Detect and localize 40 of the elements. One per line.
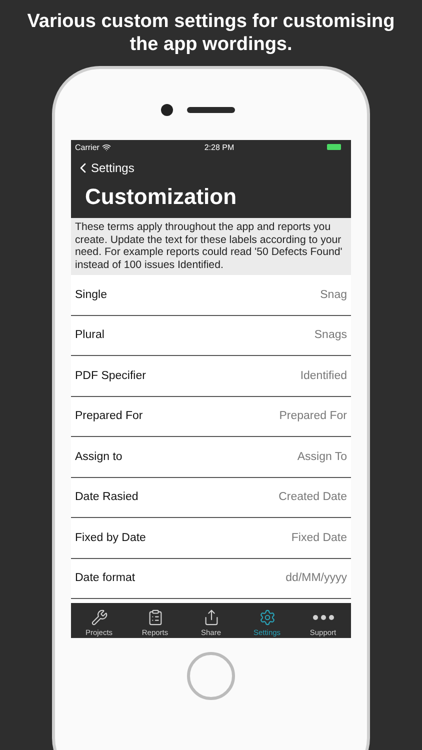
battery-icon [327, 144, 341, 150]
row-value: Fixed Date [291, 532, 347, 544]
wifi-icon [102, 142, 112, 152]
page-title: Customization [84, 183, 238, 211]
settings-row[interactable]: Assign to Assign To [71, 437, 351, 478]
headline: Various custom settings for customising the app wordings. [26, 10, 396, 56]
settings-row[interactable]: Plural Snags [71, 316, 351, 356]
row-label: PDF Specifier [75, 370, 146, 382]
row-label: Date Rasied [75, 491, 138, 504]
settings-row[interactable]: Date Rasied Created Date [71, 478, 351, 518]
settings-row[interactable]: Prepared For Prepared For [71, 396, 351, 437]
settings-row[interactable]: Fixed by Date Fixed Date [71, 518, 351, 558]
share-icon [202, 609, 220, 626]
row-label: Single [75, 288, 107, 301]
row-value: Prepared For [279, 410, 347, 422]
description: These terms apply throughout the app and reports you create. Update the text for these labels according to your need. For example reports could read '50 Defects Found' instead of 100 issues Identified. [71, 218, 351, 275]
more-icon [312, 615, 334, 620]
row-label: Fixed by Date [75, 532, 146, 544]
time: 2:28 PM [204, 142, 234, 152]
settings-row[interactable]: Single Snag [71, 275, 351, 316]
row-value: Created Date [278, 491, 347, 504]
row-label: Date format [75, 572, 136, 584]
row-value: Snag [320, 288, 347, 301]
settings-icon [258, 609, 276, 626]
wrench-icon [90, 609, 108, 626]
home-button[interactable] [187, 652, 235, 700]
row-value: Identified [300, 370, 347, 382]
camera [161, 104, 173, 116]
row-value: dd/MM/yyyy [286, 572, 347, 584]
row-value: Snags [314, 329, 347, 342]
row-label: Plural [75, 329, 104, 342]
row-label: Prepared For [75, 410, 143, 422]
settings-row[interactable]: PDF Specifier Identified [71, 356, 351, 396]
row-value: Assign To [297, 450, 347, 463]
settings-row[interactable]: Date format dd/MM/yyyy [71, 558, 351, 599]
carrier: Carrier [75, 142, 100, 152]
clipboard-icon [146, 609, 164, 626]
row-label: Assign to [75, 450, 122, 463]
back-button[interactable]: Settings [71, 154, 351, 182]
speaker [187, 107, 235, 113]
